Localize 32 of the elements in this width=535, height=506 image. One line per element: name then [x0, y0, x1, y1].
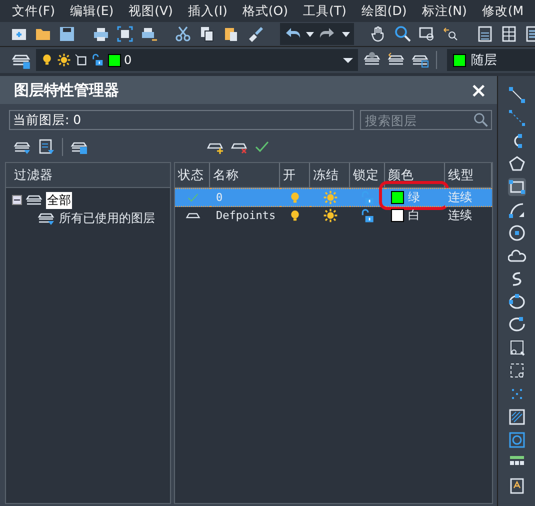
color-name: 白 [408, 207, 420, 224]
column-header[interactable]: 线型 [445, 163, 492, 188]
menu-item[interactable]: 编辑(E) [66, 2, 125, 20]
menu-item[interactable]: 工具(T) [298, 2, 358, 20]
color-dropdown[interactable]: 随层 [447, 49, 535, 71]
layer-name[interactable]: Defpoints [210, 207, 280, 224]
search-box[interactable]: 搜索图层 [360, 110, 492, 130]
close-button[interactable]: × [470, 80, 488, 100]
column-header[interactable]: 状态 [175, 163, 210, 188]
linetype: 连续 [445, 188, 492, 207]
layer-name: 0 [124, 53, 133, 67]
color-name: 绿 [408, 189, 420, 206]
search-field[interactable]: 搜索图层 [365, 112, 474, 128]
menu-item[interactable]: 视图(V) [124, 2, 184, 20]
column-header[interactable]: 冻结 [310, 163, 350, 188]
menu-item[interactable]: 文件(F) [8, 2, 66, 20]
column-header[interactable]: 开 [280, 163, 310, 188]
color-label: 随层 [471, 52, 497, 69]
menu-item[interactable]: 格式(O) [238, 2, 299, 20]
current-layer-field: 当前图层: 0 [9, 110, 354, 130]
menu-item[interactable]: 绘图(D) [357, 2, 418, 20]
column-header[interactable]: 锁定 [350, 163, 385, 188]
column-header: 过滤器 [6, 163, 170, 188]
menu-item[interactable]: 标注(N) [418, 2, 478, 20]
column-header[interactable]: 名称 [210, 163, 280, 188]
menu-item[interactable]: 修改(M [478, 2, 535, 20]
menu-item[interactable]: 插入(I) [184, 2, 238, 20]
layer-dropdown[interactable]: 0 [36, 49, 358, 71]
tree-item[interactable]: 所有已使用的图层 [58, 210, 156, 226]
tree-item[interactable]: 全部 [46, 192, 72, 208]
panel-title: 图层特性管理器 [14, 80, 119, 100]
linetype: 连续 [447, 207, 473, 224]
